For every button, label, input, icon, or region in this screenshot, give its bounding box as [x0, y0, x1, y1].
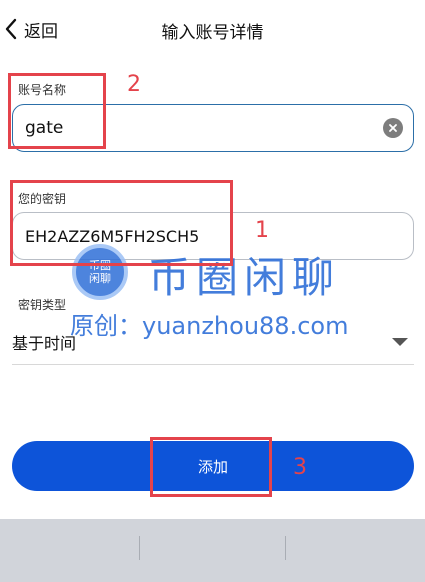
annotation-box-1	[10, 180, 233, 266]
keyboard-divider	[285, 536, 286, 560]
watermark-subtitle: 原创：yuanzhou88.com	[70, 312, 349, 340]
dropdown-arrow-icon[interactable]	[392, 338, 408, 346]
keyboard-area	[0, 519, 425, 582]
page-title: 输入账号详情	[161, 23, 264, 43]
annotation-number-1: 1	[255, 218, 269, 243]
keyboard-divider	[139, 536, 140, 560]
clear-icon[interactable]	[383, 118, 403, 138]
annotation-box-2	[8, 73, 106, 149]
annotation-number-3: 3	[293, 455, 307, 480]
key-type-value: 基于时间	[12, 334, 77, 353]
key-type-label: 密钥类型	[18, 298, 67, 312]
annotation-number-2: 2	[127, 72, 141, 97]
watermark-logo-line2: 闲聊	[89, 272, 111, 285]
annotation-box-3	[150, 437, 272, 497]
